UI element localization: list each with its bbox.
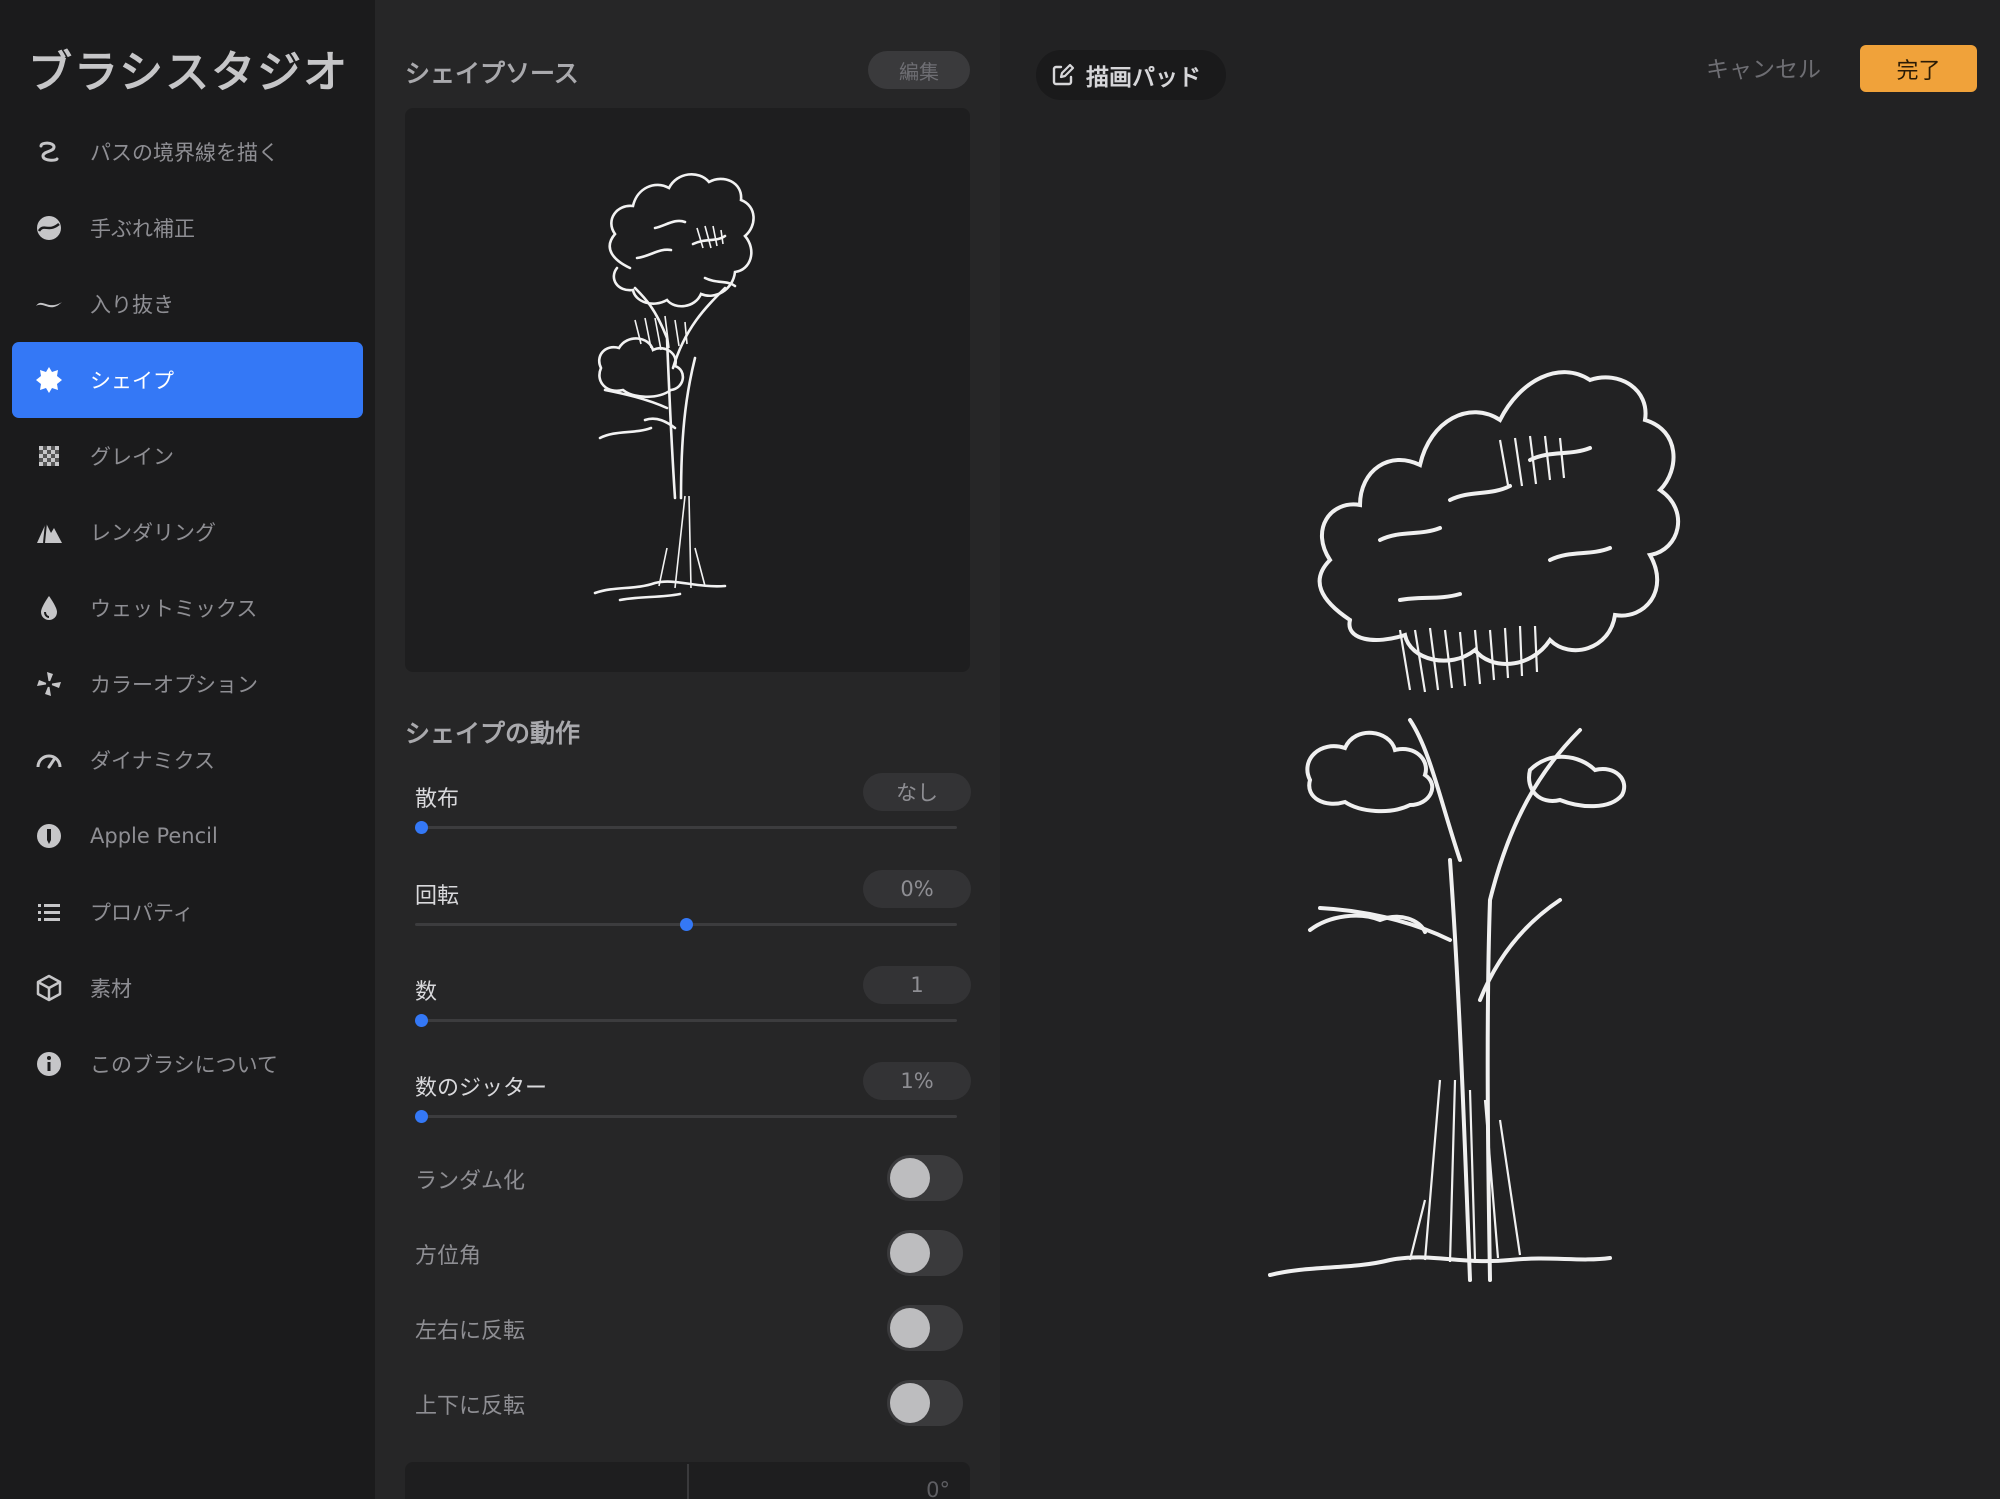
grain-icon bbox=[34, 441, 64, 471]
scatter-value[interactable]: なし bbox=[863, 773, 971, 811]
sidebar-item-apple-pencil[interactable]: Apple Pencil bbox=[12, 798, 363, 874]
flip-y-toggle[interactable] bbox=[887, 1380, 963, 1426]
rotation-slider[interactable] bbox=[415, 918, 957, 931]
rotation-value[interactable]: 0% bbox=[863, 870, 971, 908]
sidebar: ブラシスタジオ パスの境界線を描く 手ぶれ補正 入り抜き シェイプ グレイン レ… bbox=[0, 0, 375, 1499]
wet-mix-icon bbox=[34, 593, 64, 623]
sidebar-item-label: レンダリング bbox=[90, 521, 216, 545]
scatter-slider-knob[interactable] bbox=[415, 821, 428, 834]
done-button[interactable]: 完了 bbox=[1860, 45, 1977, 92]
sidebar-item-label: カラーオプション bbox=[90, 673, 258, 697]
sidebar-item-properties[interactable]: プロパティ bbox=[12, 874, 363, 950]
sidebar-item-stabilization[interactable]: 手ぶれ補正 bbox=[12, 190, 363, 266]
color-options-icon bbox=[34, 669, 64, 699]
taper-icon bbox=[34, 289, 64, 319]
azimuth-label: 方位角 bbox=[415, 1244, 482, 1269]
shape-behavior-title: シェイプの動作 bbox=[405, 719, 581, 748]
materials-icon bbox=[34, 973, 64, 1003]
sidebar-item-stroke-path[interactable]: パスの境界線を描く bbox=[12, 114, 363, 190]
drawing-pad-label: 描画パッド bbox=[1086, 65, 1201, 91]
drawing-pad-tab[interactable]: 描画パッド bbox=[1036, 50, 1226, 100]
edit-square-icon bbox=[1052, 63, 1075, 86]
sidebar-item-label: 手ぶれ補正 bbox=[90, 217, 195, 241]
scatter-slider[interactable] bbox=[415, 821, 957, 834]
sidebar-item-rendering[interactable]: レンダリング bbox=[12, 494, 363, 570]
sidebar-item-materials[interactable]: 素材 bbox=[12, 950, 363, 1026]
sidebar-item-label: ウェットミックス bbox=[90, 597, 258, 621]
flip-x-setting: 左右に反転 bbox=[415, 1305, 963, 1351]
sidebar-item-label: ダイナミクス bbox=[90, 749, 215, 773]
cancel-button[interactable]: キャンセル bbox=[1706, 50, 1821, 84]
shape-icon bbox=[34, 365, 64, 395]
count-label: 数 bbox=[415, 980, 438, 1005]
sidebar-item-label: 素材 bbox=[90, 977, 132, 1001]
sidebar-item-color-options[interactable]: カラーオプション bbox=[12, 646, 363, 722]
sidebar-item-grain[interactable]: グレイン bbox=[12, 418, 363, 494]
sidebar-item-label: 入り抜き bbox=[90, 293, 174, 317]
azimuth-setting: 方位角 bbox=[415, 1230, 963, 1276]
count-jitter-slider-knob[interactable] bbox=[415, 1110, 428, 1123]
sidebar-item-wet-mix[interactable]: ウェットミックス bbox=[12, 570, 363, 646]
flip-x-label: 左右に反転 bbox=[415, 1319, 526, 1344]
count-jitter-label: 数のジッター bbox=[415, 1076, 548, 1101]
flip-x-toggle[interactable] bbox=[887, 1305, 963, 1351]
angle-value: 0° bbox=[926, 1478, 950, 1499]
count-value[interactable]: 1 bbox=[863, 966, 971, 1004]
apple-pencil-icon bbox=[34, 821, 64, 851]
tree-brush-stroke bbox=[1268, 370, 1680, 1282]
sidebar-item-label: シェイプ bbox=[90, 369, 174, 393]
rotation-label: 回転 bbox=[415, 884, 460, 909]
toggle-thumb bbox=[890, 1383, 930, 1423]
sidebar-title: ブラシスタジオ bbox=[28, 47, 350, 98]
toggle-thumb bbox=[890, 1308, 930, 1348]
sidebar-item-label: グレイン bbox=[90, 445, 174, 469]
sidebar-item-label: このブラシについて bbox=[90, 1053, 278, 1077]
sidebar-item-label: Apple Pencil bbox=[90, 824, 218, 848]
sidebar-item-about-brush[interactable]: このブラシについて bbox=[12, 1026, 363, 1102]
sidebar-item-label: プロパティ bbox=[90, 901, 194, 925]
count-slider[interactable] bbox=[415, 1014, 957, 1027]
divider bbox=[687, 1464, 689, 1499]
shape-source-preview[interactable] bbox=[405, 108, 970, 672]
sidebar-item-label: パスの境界線を描く bbox=[90, 141, 279, 165]
sidebar-menu: パスの境界線を描く 手ぶれ補正 入り抜き シェイプ グレイン レンダリング ウェ… bbox=[12, 114, 363, 1102]
stroke-path-icon bbox=[34, 137, 64, 167]
flip-y-setting: 上下に反転 bbox=[415, 1380, 963, 1426]
flip-y-label: 上下に反転 bbox=[415, 1394, 526, 1419]
scatter-label: 散布 bbox=[415, 787, 460, 812]
azimuth-toggle[interactable] bbox=[887, 1230, 963, 1276]
toggle-thumb bbox=[890, 1233, 930, 1273]
sidebar-item-taper[interactable]: 入り抜き bbox=[12, 266, 363, 342]
sidebar-item-dynamics[interactable]: ダイナミクス bbox=[12, 722, 363, 798]
info-icon bbox=[34, 1049, 64, 1079]
rotation-slider-knob[interactable] bbox=[680, 918, 693, 931]
roundness-card[interactable]: 0° bbox=[405, 1462, 970, 1499]
count-jitter-slider[interactable] bbox=[415, 1110, 957, 1123]
properties-icon bbox=[34, 897, 64, 927]
rendering-icon bbox=[34, 517, 64, 547]
toggle-thumb bbox=[890, 1158, 930, 1198]
settings-panel: シェイプソース 編集 シェイプの動作 散布 なし 回転 0% 数 1 数のジッタ… bbox=[375, 0, 1000, 1499]
sidebar-item-shape[interactable]: シェイプ bbox=[12, 342, 363, 418]
randomize-toggle[interactable] bbox=[887, 1155, 963, 1201]
count-jitter-value[interactable]: 1% bbox=[863, 1062, 971, 1100]
brush-studio-window: ブラシスタジオ パスの境界線を描く 手ぶれ補正 入り抜き シェイプ グレイン レ… bbox=[0, 0, 2000, 1499]
shape-source-title: シェイプソース bbox=[405, 59, 579, 88]
edit-button[interactable]: 編集 bbox=[868, 51, 970, 89]
randomize-label: ランダム化 bbox=[415, 1169, 526, 1194]
stabilization-icon bbox=[34, 213, 64, 243]
drawing-pad[interactable]: 描画パッド キャンセル 完了 bbox=[1000, 0, 2000, 1499]
dynamics-icon bbox=[34, 745, 64, 775]
tree-shape-thumbnail bbox=[593, 173, 755, 602]
randomize-setting: ランダム化 bbox=[415, 1155, 963, 1201]
count-slider-knob[interactable] bbox=[415, 1014, 428, 1027]
